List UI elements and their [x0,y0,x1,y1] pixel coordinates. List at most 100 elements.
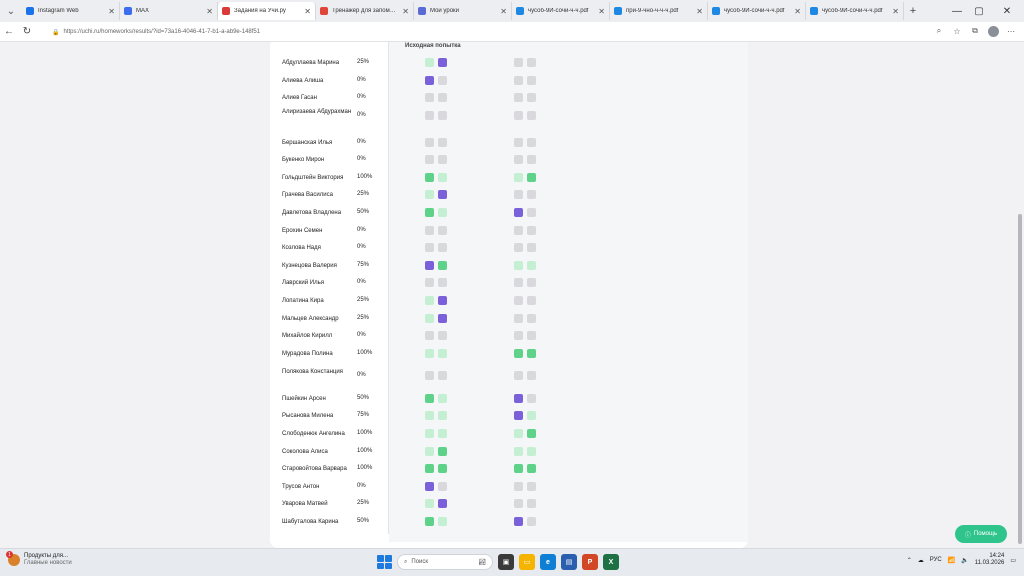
student-name[interactable]: Лаврский Илья [282,279,354,287]
profile-avatar[interactable] [986,24,1000,38]
attempt-cell-retry[interactable] [527,93,536,102]
student-name[interactable]: Полякова Констанция [282,368,354,376]
star-icon[interactable]: ☆ [950,24,964,38]
attempt-cell-initial[interactable] [425,482,434,491]
attempt-cell-retry[interactable] [527,296,536,305]
attempt-cell-initial[interactable] [425,447,434,456]
close-tab-icon[interactable]: ✕ [206,7,213,16]
student-name[interactable]: Абдуллаева Марина [282,59,354,67]
student-name[interactable]: Алиризаева Абдурахман [282,108,354,116]
attempt-cell-initial[interactable] [425,296,434,305]
attempt-cell-retry[interactable] [514,208,523,217]
attempt-cell-initial[interactable] [438,394,447,403]
attempt-cell-retry[interactable] [527,190,536,199]
browser-tab[interactable]: чусоб-9И-сочи-ч-ч.pdf ✕ [512,2,610,20]
attempt-cell-retry[interactable] [514,411,523,420]
attempt-cell-initial[interactable] [438,278,447,287]
attempt-cell-initial[interactable] [425,394,434,403]
attempt-cell-retry[interactable] [527,447,536,456]
store-icon[interactable]: ▤ [561,554,577,570]
powerpoint-icon[interactable]: P [582,554,598,570]
attempt-cell-retry[interactable] [514,261,523,270]
student-name[interactable]: Гольдштейн Виктория [282,174,354,182]
attempt-cell-retry[interactable] [514,111,523,120]
attempt-cell-initial[interactable] [425,349,434,358]
close-tab-icon[interactable]: ✕ [794,7,801,16]
close-tab-icon[interactable]: ✕ [696,7,703,16]
student-name[interactable]: Ерохин Семен [282,227,354,235]
attempt-cell-retry[interactable] [527,76,536,85]
scrollbar-thumb[interactable] [1018,214,1022,544]
attempt-cell-initial[interactable] [438,349,447,358]
student-name[interactable]: Соколова Алиса [282,448,354,456]
back-arrow-icon[interactable]: ← [0,23,18,41]
attempt-cell-retry[interactable] [514,499,523,508]
attempt-cell-initial[interactable] [425,58,434,67]
student-name[interactable]: Михайлов Кирилл [282,332,354,340]
attempt-cell-retry[interactable] [527,482,536,491]
attempt-cell-retry[interactable] [514,296,523,305]
attempt-cell-initial[interactable] [438,296,447,305]
attempt-cell-initial[interactable] [425,464,434,473]
taskbar-search-input[interactable]: ⌕ Поиск 🏞 [397,554,493,570]
attempt-cell-initial[interactable] [425,76,434,85]
attempt-cell-initial[interactable] [425,190,434,199]
browser-tab[interactable]: чусоб-9И-сочи-ч-ч.pdf ✕ [708,2,806,20]
attempt-cell-retry[interactable] [514,58,523,67]
attempt-cell-retry[interactable] [514,226,523,235]
attempt-cell-retry[interactable] [527,261,536,270]
task-view-icon[interactable]: ▣ [498,554,514,570]
close-tab-icon[interactable]: ✕ [500,7,507,16]
browser-tab[interactable]: Instagram Web ✕ [22,2,120,20]
attempt-cell-retry[interactable] [527,371,536,380]
attempt-cell-retry[interactable] [527,429,536,438]
attempt-cell-retry[interactable] [527,58,536,67]
page-scrollbar[interactable] [1018,44,1022,544]
attempt-cell-retry[interactable] [527,138,536,147]
attempt-cell-initial[interactable] [438,76,447,85]
student-name[interactable]: Уварова Матвей [282,500,354,508]
student-name[interactable]: Козлова Надя [282,244,354,252]
attempt-cell-initial[interactable] [425,517,434,526]
attempt-cell-retry[interactable] [527,155,536,164]
attempt-cell-retry[interactable] [514,447,523,456]
url-field[interactable]: 🔒 https://uchi.ru/homeworks/results/?id=… [52,25,932,39]
attempt-cell-retry[interactable] [527,243,536,252]
student-name[interactable]: Алиева Алиша [282,77,354,85]
attempt-cell-initial[interactable] [438,371,447,380]
attempt-cell-retry[interactable] [514,138,523,147]
attempt-cell-initial[interactable] [425,261,434,270]
attempt-cell-retry[interactable] [527,226,536,235]
close-tab-icon[interactable]: ✕ [304,7,311,16]
notifications-icon[interactable]: ▭ [1010,557,1016,564]
language-indicator[interactable]: РУС [930,557,942,563]
attempt-cell-retry[interactable] [527,173,536,182]
student-name[interactable]: Мальцев Александр [282,315,354,323]
attempt-cell-initial[interactable] [425,371,434,380]
attempt-cell-retry[interactable] [514,464,523,473]
attempt-cell-initial[interactable] [425,155,434,164]
attempt-cell-initial[interactable] [438,226,447,235]
attempt-cell-initial[interactable] [438,173,447,182]
favorites-icon[interactable]: ⧉ [968,24,982,38]
chevron-up-icon[interactable]: ⌃ [907,557,912,564]
attempt-cell-retry[interactable] [527,314,536,323]
attempt-cell-initial[interactable] [425,111,434,120]
student-name[interactable]: Рысанова Милена [282,412,354,420]
attempt-cell-initial[interactable] [438,411,447,420]
close-tab-icon[interactable]: ✕ [402,7,409,16]
attempt-cell-retry[interactable] [514,190,523,199]
attempt-cell-initial[interactable] [438,138,447,147]
new-tab-button[interactable]: + [904,2,922,20]
reload-icon[interactable]: ↻ [18,23,36,41]
attempt-cell-initial[interactable] [425,93,434,102]
attempt-cell-retry[interactable] [527,394,536,403]
attempt-cell-initial[interactable] [425,173,434,182]
attempt-cell-initial[interactable] [425,499,434,508]
clock[interactable]: 14:24 11.03.2026 [975,553,1005,567]
browser-tab[interactable]: чусоб-9И-сочи-ч-ч.pdf ✕ [806,2,904,20]
close-tab-icon[interactable]: ✕ [108,7,115,16]
attempt-cell-initial[interactable] [425,429,434,438]
student-name[interactable]: Пшейкин Арсен [282,395,354,403]
student-name[interactable]: Давлетова Владлена [282,209,354,217]
